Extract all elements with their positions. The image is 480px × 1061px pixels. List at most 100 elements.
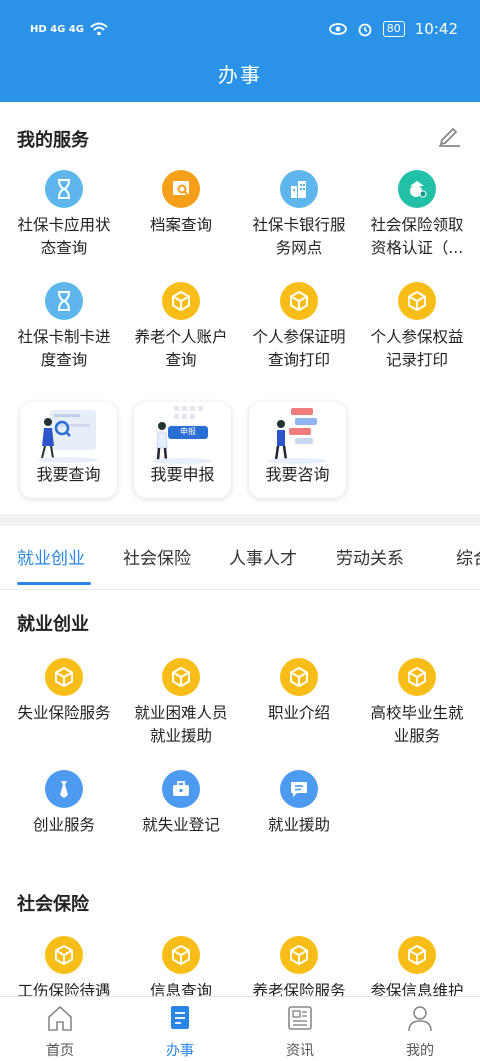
employment-item-label: 失业保险服务 — [17, 704, 111, 722]
tab-labor-relations[interactable]: 劳动关系 — [336, 544, 404, 569]
employment-item-label: 职业介绍 — [267, 704, 330, 722]
news-icon — [288, 1006, 312, 1030]
cube-icon — [398, 282, 436, 320]
service-item[interactable]: 社保卡制卡进 度查询 — [5, 282, 123, 372]
employment-item-label: 高校毕业生就 业服务 — [370, 704, 464, 745]
face-verify-icon — [398, 170, 436, 208]
quick-query-button[interactable]: 我要查询 — [20, 402, 117, 498]
wifi-icon — [90, 22, 108, 36]
bank-buildings-icon — [280, 170, 318, 208]
tab-comprehensive[interactable]: 综合 — [456, 544, 480, 569]
hourglass-icon — [45, 170, 83, 208]
nav-news[interactable]: 资讯 — [260, 1003, 340, 1060]
employment-item[interactable]: 职业介绍 — [240, 658, 358, 725]
home-icon — [48, 1005, 72, 1031]
archive-search-icon — [162, 170, 200, 208]
quick-query-label: 我要查询 — [36, 465, 101, 484]
insurance-item-label: 养老保险服务 — [252, 982, 346, 996]
nav-home-label: 首页 — [46, 1043, 74, 1059]
cube-icon — [280, 282, 318, 320]
eye-icon — [328, 23, 347, 35]
briefcase-icon — [162, 770, 200, 808]
cube-icon — [280, 658, 318, 696]
nav-home[interactable]: 首页 — [20, 1003, 100, 1060]
category-tabs: 就业创业 社会保险 人事人才 劳动关系 综合 — [0, 526, 480, 590]
my-services-card: 我的服务 社保卡应用状 态查询 档案查询 社保卡银行服 务网点 社会保险领取 资格认证… — [0, 102, 480, 514]
service-item-label: 社保卡应用状 态查询 — [17, 216, 111, 257]
declare-badge-text: 申报 — [180, 427, 196, 436]
employment-item-label: 就失业登记 — [142, 816, 220, 834]
nav-service-label: 办事 — [166, 1043, 194, 1059]
employment-item[interactable]: 失业保险服务 — [5, 658, 123, 725]
hourglass-icon — [45, 282, 83, 320]
query-illustration-icon — [20, 402, 117, 464]
tab-personnel[interactable]: 人事人才 — [229, 544, 297, 569]
nav-service[interactable]: 办事 — [140, 1003, 220, 1060]
quick-consult-label: 我要咨询 — [265, 465, 330, 484]
employment-title: 就业创业 — [17, 614, 89, 635]
category-card: 就业创业 社会保险 人事人才 劳动关系 综合 就业创业 失业保险服务 就业困难人员… — [0, 526, 480, 996]
top-bar: HD 4G 4G 80 10:42 办事 — [0, 0, 480, 102]
tab-employment[interactable]: 就业创业 — [17, 544, 85, 569]
clock: 10:42 — [414, 20, 458, 38]
service-item-label: 个人参保证明 查询打印 — [252, 328, 346, 369]
service-item[interactable]: 个人参保权益 记录打印 — [358, 282, 476, 372]
service-item[interactable]: 养老个人账户 查询 — [122, 282, 240, 372]
social-insurance-title: 社会保险 — [17, 894, 89, 915]
service-item-label: 社保卡制卡进 度查询 — [17, 328, 111, 369]
service-item[interactable]: 社保卡银行服 务网点 — [240, 170, 358, 260]
service-doc-icon — [171, 1006, 189, 1029]
bottom-nav: 首页 办事 资讯 我的 — [0, 996, 480, 1061]
quick-declare-button[interactable]: 申报 我要申报 — [134, 402, 231, 498]
quick-declare-label: 我要申报 — [150, 465, 215, 484]
service-item-label: 档案查询 — [149, 216, 212, 234]
insurance-item[interactable]: 养老保险服务 — [240, 936, 358, 996]
cube-icon — [162, 282, 200, 320]
insurance-item-label: 参保信息维护 — [370, 982, 464, 996]
service-item[interactable]: 社保卡应用状 态查询 — [5, 170, 123, 260]
insurance-item[interactable]: 工伤保险待遇 — [5, 936, 123, 996]
service-item[interactable]: 档案查询 — [122, 170, 240, 237]
nav-profile-label: 我的 — [406, 1043, 434, 1059]
employment-item-label: 创业服务 — [32, 816, 95, 834]
status-right: 80 10:42 — [328, 20, 458, 38]
tab-social-insurance[interactable]: 社会保险 — [123, 544, 191, 569]
insurance-item-label: 信息查询 — [149, 982, 212, 996]
page-title: 办事 — [218, 63, 262, 87]
service-item[interactable]: 个人参保证明 查询打印 — [240, 282, 358, 372]
employment-item-label: 就业困难人员 就业援助 — [134, 704, 228, 745]
employment-item[interactable]: 创业服务 — [5, 770, 123, 837]
service-item[interactable]: 社会保险领取 资格认证（... — [358, 170, 476, 260]
my-services-title: 我的服务 — [17, 130, 89, 151]
quick-consult-button[interactable]: 我要咨询 — [249, 402, 346, 498]
employment-item[interactable]: 高校毕业生就 业服务 — [358, 658, 476, 748]
chat-doc-icon — [280, 770, 318, 808]
consult-illustration-icon — [249, 402, 346, 464]
edit-icon[interactable] — [436, 122, 462, 148]
service-item-label: 社保卡银行服 务网点 — [252, 216, 346, 257]
cube-icon — [280, 936, 318, 974]
cube-icon — [45, 936, 83, 974]
active-tab-indicator — [17, 582, 91, 585]
service-item-label: 个人参保权益 记录打印 — [370, 328, 464, 369]
cube-icon — [162, 658, 200, 696]
nav-profile[interactable]: 我的 — [380, 1003, 460, 1060]
employment-item[interactable]: 就业援助 — [240, 770, 358, 837]
nav-news-label: 资讯 — [286, 1043, 314, 1059]
service-item-label: 养老个人账户 查询 — [134, 328, 228, 369]
insurance-item-label: 工伤保险待遇 — [17, 982, 111, 996]
profile-icon — [408, 1006, 432, 1032]
cube-icon — [45, 658, 83, 696]
declare-illustration-icon: 申报 — [134, 402, 231, 464]
cube-icon — [162, 936, 200, 974]
cube-icon — [398, 658, 436, 696]
employment-item-label: 就业援助 — [267, 816, 330, 834]
insurance-item[interactable]: 信息查询 — [122, 936, 240, 996]
insurance-item[interactable]: 参保信息维护 — [358, 936, 476, 996]
battery-indicator: 80 — [382, 21, 405, 37]
service-item-label: 社会保险领取 资格认证（... — [370, 216, 464, 257]
employment-item[interactable]: 就业困难人员 就业援助 — [122, 658, 240, 748]
alarm-icon — [358, 23, 372, 37]
network-indicators: HD 4G 4G — [30, 22, 108, 36]
employment-item[interactable]: 就失业登记 — [122, 770, 240, 837]
